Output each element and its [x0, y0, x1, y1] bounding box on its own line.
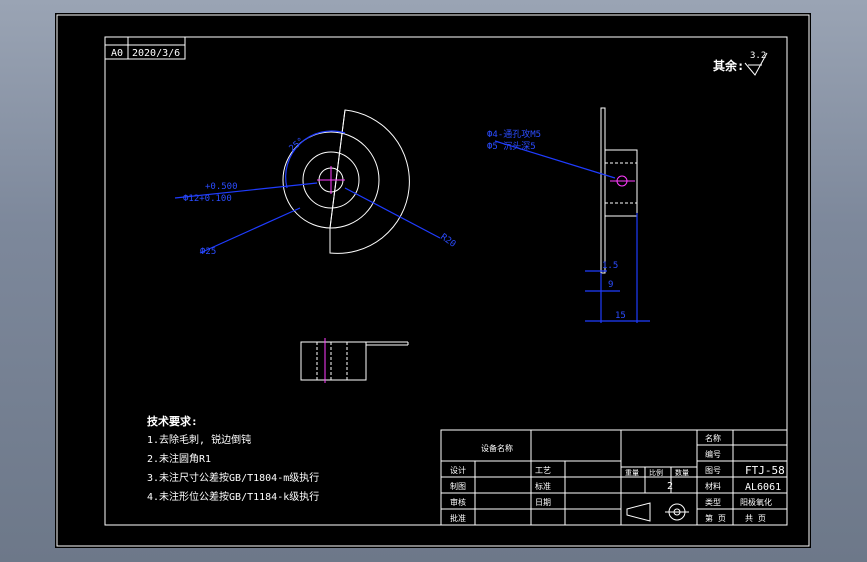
tb-design: 设计	[450, 465, 466, 475]
tb-process: 工艺	[535, 466, 551, 475]
roughness-label: 其余:	[713, 58, 744, 73]
tol-main: Ф12+0.100	[183, 194, 232, 204]
title-block: 设备名称 名称 编号 图号 FTJ-58 材料 AL6061 类型 阳极氧化 第…	[440, 429, 788, 526]
tech-item-2: 2.未注圆角R1	[147, 452, 211, 465]
tb-equipment-label: 设备名称	[481, 443, 513, 453]
tol-plus: +0.500	[205, 182, 238, 192]
tb-qty: 2	[667, 481, 673, 492]
side-note-1: Ф4-通孔攻M5	[487, 128, 541, 140]
revision-box: A0 2020/3/6	[104, 36, 186, 60]
dim-1-5: 1.5	[602, 261, 618, 271]
dim-15: 15	[615, 311, 626, 321]
side-view: Ф4-通孔攻M5 Ф5 沉头深5 1.5 9 15	[487, 107, 650, 323]
tech-title: 技术要求:	[147, 414, 198, 428]
tb-drawing-no-label: 图号	[705, 466, 721, 475]
angle-dim: 25°	[288, 136, 307, 154]
tb-draw: 制图	[450, 481, 466, 491]
front-view	[300, 338, 409, 383]
tb-name-label: 名称	[705, 433, 721, 443]
tb-code-label: 编号	[705, 449, 721, 459]
hole-dim: Ф25	[200, 247, 216, 257]
top-view: +0.500 Ф12+0.100 Ф25 25° R20	[174, 109, 457, 257]
tb-type-label: 类型	[705, 497, 721, 507]
tb-sheet: 第 页	[705, 513, 726, 523]
projection-symbol-icon	[626, 502, 689, 522]
tb-material: AL6061	[745, 482, 781, 493]
roughness-symbol: 其余: 3.2	[713, 51, 768, 76]
dim-9: 9	[608, 280, 613, 290]
tb-date: 日期	[535, 498, 551, 507]
tb-scale-label: 比例	[649, 468, 663, 477]
tech-item-1: 1.去除毛刺, 锐边倒钝	[147, 433, 251, 446]
revision-code: A0	[111, 48, 123, 59]
tb-std: 标准	[535, 481, 551, 491]
side-note-2: Ф5 沉头深5	[487, 141, 536, 152]
tb-approve: 批准	[450, 513, 466, 523]
revision-date: 2020/3/6	[132, 48, 180, 59]
tb-qty-label: 数量	[675, 468, 689, 477]
radius-dim: R20	[438, 232, 457, 250]
tb-treatment: 阳极氧化	[740, 497, 772, 507]
cad-viewport[interactable]: A0 2020/3/6 其余: 3.2 +0.500 Ф12+0.100 Ф25…	[55, 13, 811, 548]
drawing-canvas: A0 2020/3/6 其余: 3.2 +0.500 Ф12+0.100 Ф25…	[56, 14, 810, 547]
tb-weight-label: 重量	[625, 469, 639, 477]
inner-border	[104, 36, 788, 526]
tb-drawing-no: FTJ-58	[745, 464, 785, 477]
technical-requirements: 技术要求: 1.去除毛刺, 锐边倒钝 2.未注圆角R1 3.未注尺寸公差按GB/…	[147, 414, 319, 503]
tech-item-3: 3.未注尺寸公差按GB/T1804-m级执行	[147, 471, 319, 484]
tb-material-label: 材料	[705, 481, 721, 491]
tb-total: 共 页	[745, 514, 766, 523]
tech-item-4: 4.未注形位公差按GB/T1184-k级执行	[147, 490, 319, 503]
outer-border	[56, 14, 810, 547]
tb-check: 审核	[450, 497, 466, 507]
